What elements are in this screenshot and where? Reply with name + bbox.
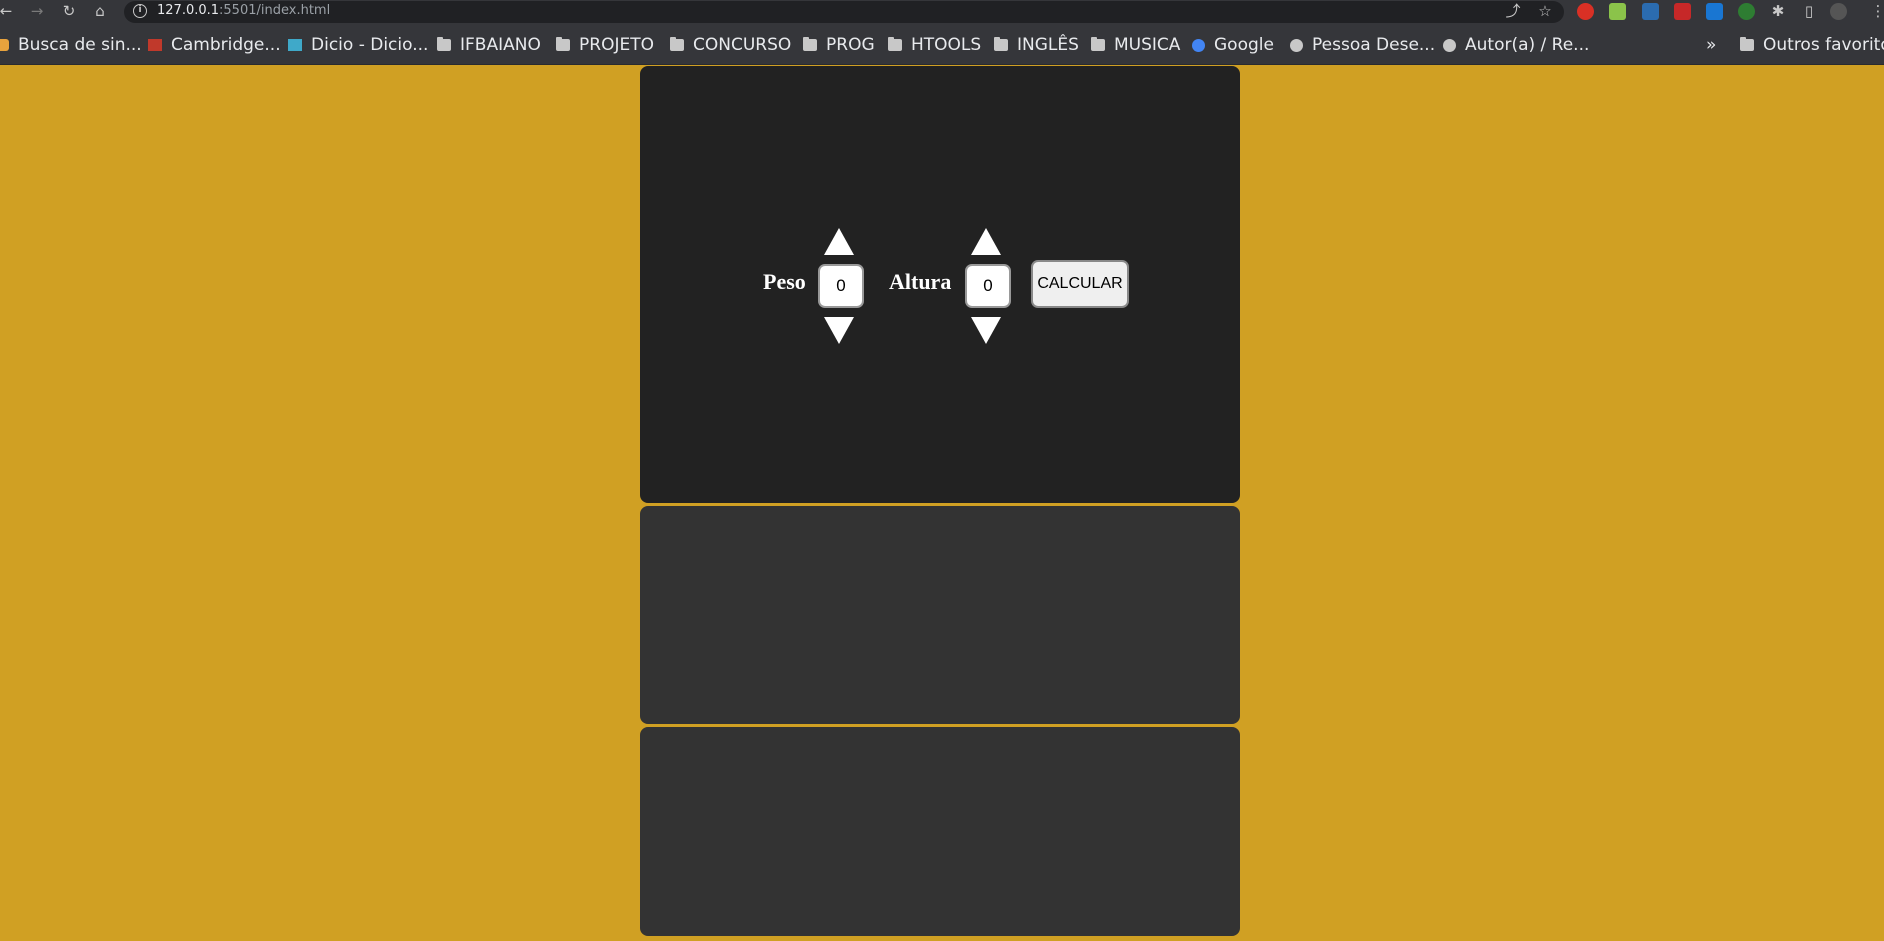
extension-icon[interactable]: [1738, 3, 1755, 20]
bookmark-label: Google: [1214, 35, 1274, 55]
globe-icon: [1443, 38, 1456, 52]
folder-icon: [437, 37, 451, 51]
bookmark-label: Cambridge...: [171, 35, 281, 55]
home-icon[interactable]: ⌂: [88, 0, 112, 24]
altura-decrement-icon[interactable]: [971, 317, 1001, 344]
peso-label: Peso: [763, 269, 806, 294]
bookmark-label: Busca de sin...: [18, 35, 142, 55]
forward-icon[interactable]: →: [25, 0, 49, 24]
bookmark-label: CONCURSO: [693, 35, 792, 55]
reload-icon[interactable]: ↻: [57, 0, 81, 24]
bookmark-item[interactable]: INGLÊS: [994, 35, 1079, 55]
altura-label: Altura: [889, 269, 952, 294]
bookmark-item[interactable]: Busca de sin...: [0, 35, 142, 55]
extension-icon[interactable]: [1642, 3, 1659, 20]
calculator-card: Peso 0 Altura 0 CALCULAR: [640, 66, 1240, 503]
dicio-icon: [288, 39, 302, 51]
extension-icon[interactable]: [1609, 3, 1626, 20]
menu-icon[interactable]: ⋮: [1866, 0, 1884, 24]
folder-icon: [994, 37, 1008, 51]
folder-icon: [803, 37, 817, 51]
bookmark-label: Dicio - Dicio...: [311, 35, 429, 55]
avatar[interactable]: [1830, 3, 1847, 20]
bookmarks-bar: Busca de sin... Cambridge... Dicio - Dic…: [0, 24, 1884, 65]
bookmarks-overflow-button[interactable]: »: [1706, 35, 1717, 55]
back-icon[interactable]: ←: [0, 0, 18, 24]
folder-icon: [1091, 37, 1105, 51]
bookmark-item[interactable]: IFBAIANO: [437, 35, 541, 55]
bookmark-label: Pessoa Dese...: [1312, 35, 1436, 55]
sidebar-icon[interactable]: ▯: [1797, 0, 1821, 24]
url-host: 127.0.0.1: [157, 3, 220, 18]
info-panel: [640, 727, 1240, 936]
google-icon: [1192, 38, 1205, 52]
url-text[interactable]: 127.0.0.1:5501/index.html: [157, 3, 330, 18]
bookmark-label: PROG: [826, 35, 875, 55]
puzzle-icon[interactable]: ✱: [1766, 0, 1790, 24]
url-path: :5501/index.html: [219, 3, 331, 18]
bookmark-item[interactable]: CONCURSO: [670, 35, 792, 55]
bookmark-item[interactable]: PROJETO: [556, 35, 654, 55]
altura-increment-icon[interactable]: [971, 228, 1001, 255]
bookmark-label: Autor(a) / Re...: [1465, 35, 1590, 55]
bookmark-icon: [0, 39, 9, 51]
bookmark-item[interactable]: Dicio - Dicio...: [288, 35, 429, 55]
result-panel: [640, 506, 1240, 724]
cambridge-icon: [148, 39, 162, 51]
info-icon[interactable]: i: [133, 4, 147, 18]
bookmark-label: PROJETO: [579, 35, 654, 55]
folder-icon: [670, 37, 684, 51]
bookmark-item[interactable]: Google: [1192, 35, 1274, 55]
bookmark-label: INGLÊS: [1017, 35, 1079, 55]
peso-input[interactable]: 0: [818, 264, 864, 308]
calculate-button[interactable]: CALCULAR: [1031, 260, 1129, 308]
bookmark-label: IFBAIANO: [460, 35, 541, 55]
globe-icon: [1290, 38, 1303, 52]
bookmark-label: MUSICA: [1114, 35, 1181, 55]
extension-icon[interactable]: [1706, 3, 1723, 20]
bookmark-item[interactable]: Cambridge...: [148, 35, 281, 55]
bookmark-item[interactable]: Autor(a) / Re...: [1443, 35, 1590, 55]
peso-decrement-icon[interactable]: [824, 317, 854, 344]
extension-icon[interactable]: [1577, 3, 1594, 20]
other-bookmarks-label: Outros favoritos: [1763, 35, 1884, 55]
browser-toolbar: ← → ↻ ⌂ i 127.0.0.1:5501/index.html ⤴ ☆ …: [0, 0, 1884, 24]
folder-icon: [556, 37, 570, 51]
bookmark-item[interactable]: HTOOLS: [888, 35, 982, 55]
bookmark-label: HTOOLS: [911, 35, 982, 55]
other-bookmarks[interactable]: Outros favoritos: [1740, 35, 1884, 55]
bookmark-item[interactable]: Pessoa Dese...: [1290, 35, 1436, 55]
peso-increment-icon[interactable]: [824, 228, 854, 255]
share-icon[interactable]: ⤴: [1501, 0, 1525, 24]
address-bar[interactable]: [124, 1, 1564, 23]
star-icon[interactable]: ☆: [1533, 0, 1557, 24]
bookmark-item[interactable]: MUSICA: [1091, 35, 1181, 55]
folder-icon: [888, 37, 902, 51]
folder-icon: [1740, 37, 1754, 51]
bookmark-item[interactable]: PROG: [803, 35, 875, 55]
extension-icon[interactable]: [1674, 3, 1691, 20]
altura-input[interactable]: 0: [965, 264, 1011, 308]
overflow-label: »: [1706, 35, 1717, 55]
